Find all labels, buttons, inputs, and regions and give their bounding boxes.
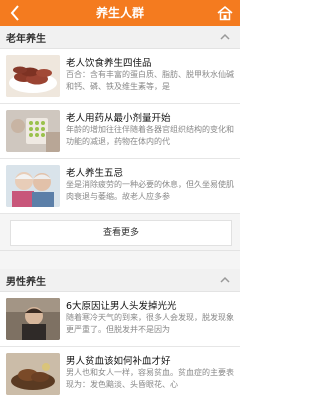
article-thumbnail: [6, 353, 60, 395]
article-summary: 百合：含有丰富的蛋白质、脂肪、脱甲秋水仙碱和钙、磷、铁及维生素等，是: [66, 70, 234, 91]
section-title: 老年养生: [6, 34, 46, 45]
list-item[interactable]: 老人用药从最小剂量开始 年龄的增加往往伴随着各器官组织结构的变化和功能的减退，药…: [0, 104, 240, 159]
article-title: 男人贫血该如何补血才好: [66, 356, 171, 367]
view-more-button[interactable]: 查看更多: [10, 220, 232, 246]
article-title: 老人养生五忌: [66, 168, 124, 179]
view-more-area: 查看更多: [0, 214, 240, 251]
list-item[interactable]: 老人饮食养生四佳品 百合：含有丰富的蛋白质、脂肪、脱甲秋水仙碱和钙、磷、铁及维生…: [0, 49, 240, 104]
article-thumbnail: [6, 298, 60, 340]
chevron-up-icon: [220, 276, 230, 283]
list-item[interactable]: 老人养生五忌 坐是消除疲劳的一种必要的休息，但久坐易使肌肉衰退与萎缩。故老人应多…: [0, 159, 240, 214]
article-title: 老人饮食养生四佳品: [66, 58, 152, 69]
page-title: 养生人群: [95, 6, 144, 20]
article-title: 老人用药从最小剂量开始: [66, 113, 171, 124]
article-thumbnail: [6, 165, 60, 207]
list-item[interactable]: 6大原因让男人头发掉光光 随着寒冷天气的到来，很多人会发现，脱发现象更严重了。但…: [0, 292, 240, 347]
article-summary: 年龄的增加往往伴随着各器官组织结构的变化和功能的减退，药物在体内的代: [66, 125, 234, 146]
article-thumbnail: [6, 55, 60, 97]
section-header-elderly[interactable]: 老年养生: [0, 26, 240, 49]
top-bar: 养生人群: [0, 0, 240, 26]
section-title: 男性养生: [6, 277, 46, 288]
content-scroll[interactable]: 老年养生 老人饮食养生四佳品 百合：含有丰富的蛋白质、脂肪、脱甲秋水仙碱和钙、磷…: [0, 26, 240, 400]
home-icon: [217, 5, 233, 21]
list-item[interactable]: 男人贫血该如何补血才好 男人也和女人一样，容易贫血。贫血症的主要表现为：发色黯淡…: [0, 347, 240, 400]
article-summary: 随着寒冷天气的到来，很多人会发现，脱发现象更严重了。但脱发并不是因为: [66, 313, 234, 334]
section-header-men[interactable]: 男性养生: [0, 269, 240, 292]
chevron-up-icon: [220, 33, 230, 40]
article-summary: 男人也和女人一样，容易贫血。贫血症的主要表现为：发色黯淡、头昏眼花、心: [66, 368, 234, 389]
section-spacer: [0, 251, 240, 269]
article-title: 6大原因让男人头发掉光光: [66, 301, 177, 312]
article-summary: 坐是消除疲劳的一种必要的休息，但久坐易使肌肉衰退与萎缩。故老人应多参: [66, 180, 234, 201]
home-button[interactable]: [216, 4, 234, 22]
article-thumbnail: [6, 110, 60, 152]
